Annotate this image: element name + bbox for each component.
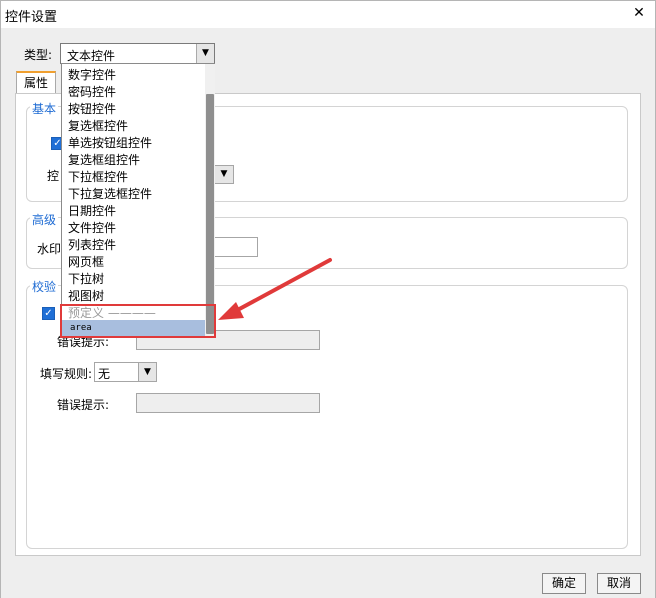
annotation-arrow-icon [218,258,332,320]
